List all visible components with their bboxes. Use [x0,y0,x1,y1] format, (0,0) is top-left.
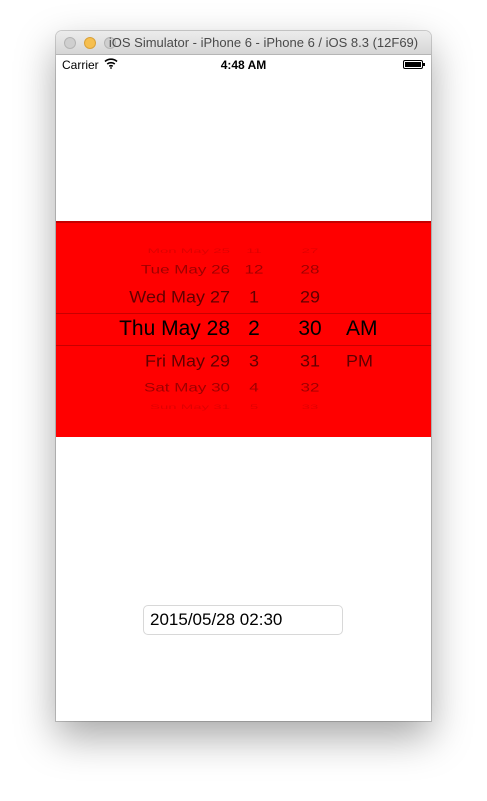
status-time: 4:48 AM [220,58,267,72]
hours-option[interactable]: 12 [234,259,274,281]
date-time-picker[interactable]: Mon May 25 Tue May 26 Wed May 27 Thu May 28… [56,221,431,437]
dates-option[interactable]: Thu May 28 [119,314,230,344]
hours-option[interactable]: 11 [234,244,274,258]
hours-option[interactable]: 5 [234,400,274,414]
dates-option[interactable]: Wed May 27 [129,284,230,311]
minutes-option[interactable]: 29 [288,284,332,311]
minutes-option[interactable]: 32 [288,377,332,399]
window-title: iOS Simulator - iPhone 6 - iPhone 6 / iO… [108,35,419,50]
picker-column-ampm[interactable]: AM PM [346,221,406,437]
ampm-option[interactable]: AM [346,314,378,344]
dates-option[interactable]: Mon May 25 [147,244,230,258]
title-bar: iOS Simulator - iPhone 6 - iPhone 6 / iO… [56,31,431,55]
simulator-window: iOS Simulator - iPhone 6 - iPhone 6 / iO… [56,31,431,721]
hours-option[interactable]: 2 [234,314,274,344]
minutes-option[interactable]: 27 [288,244,332,258]
dates-option[interactable]: Sun May 31 [150,400,230,414]
battery-icon [403,60,425,69]
status-bar: Carrier 4:48 AM [56,55,431,75]
picker-column-hour[interactable]: 11 12 1 2 3 4 5 [234,221,274,437]
date-time-text-field[interactable]: 2015/05/28 02:30 [143,605,343,635]
hours-option[interactable]: 4 [234,377,274,399]
device-screen: Carrier 4:48 AM Mon May 25 Tue May 26 Wed … [56,55,431,721]
minutes-option[interactable]: 31 [288,348,332,375]
hours-option[interactable]: 3 [234,348,274,375]
minutes-option[interactable]: 33 [288,400,332,414]
dates-option[interactable]: Fri May 29 [145,348,230,375]
ampm-option[interactable]: PM [346,348,373,375]
hours-option[interactable]: 1 [234,284,274,311]
minutes-option[interactable]: 30 [288,314,332,344]
picker-column-minute[interactable]: 27 28 29 30 31 32 33 [288,221,332,437]
picker-column-date[interactable]: Mon May 25 Tue May 26 Wed May 27 Thu May 28… [76,221,230,437]
dates-option[interactable]: Tue May 26 [141,259,230,281]
minutes-option[interactable]: 28 [288,259,332,281]
dates-option[interactable]: Sat May 30 [144,377,230,399]
